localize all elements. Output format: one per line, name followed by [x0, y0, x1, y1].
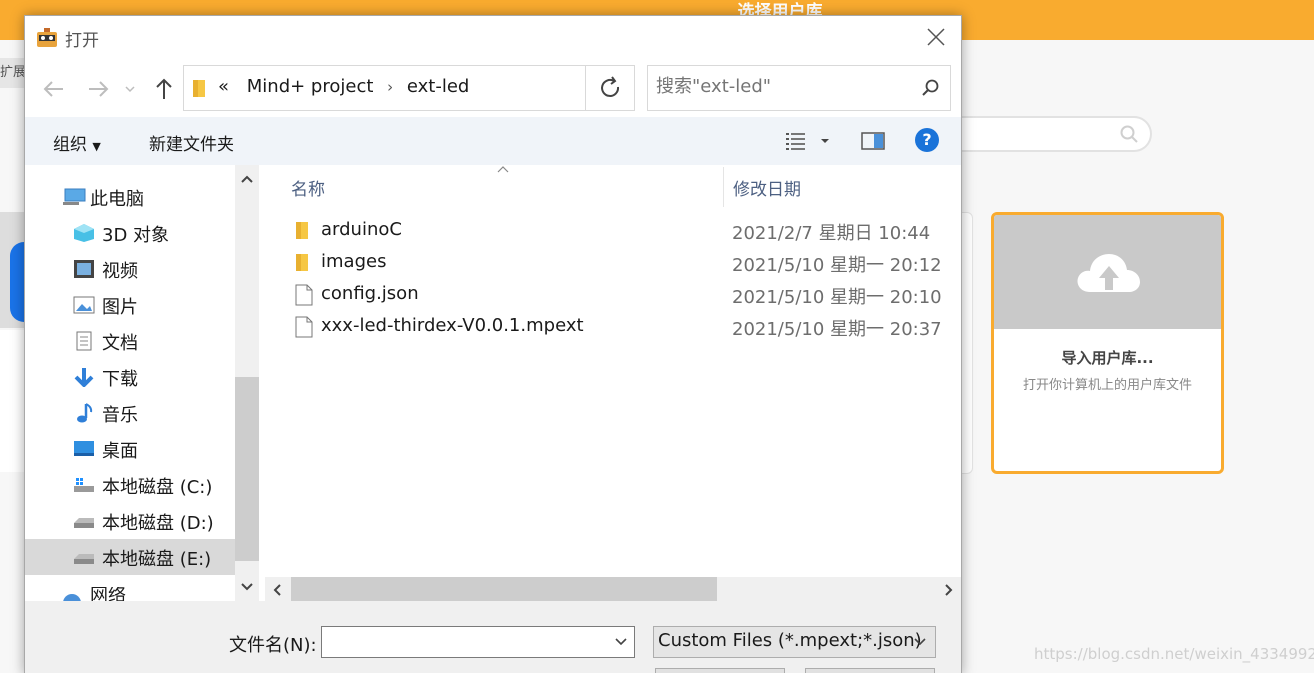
forward-arrow-icon[interactable] — [85, 76, 111, 102]
search-icon — [1120, 125, 1138, 143]
refresh-icon — [601, 76, 620, 97]
file-row[interactable]: xxx-led-thirdex-V0.0.1.mpext 2021/5/10 星… — [265, 311, 961, 343]
import-library-card[interactable]: 导入用户库... 打开你计算机上的用户库文件 — [991, 212, 1224, 474]
file-list: 名称 修改日期 arduinoC 2021/2/7 星期日 10:44 imag… — [265, 165, 961, 577]
file-row[interactable]: arduinoC 2021/2/7 星期日 10:44 — [265, 215, 961, 247]
nav-item-drive-c[interactable]: 本地磁盘 (C:) — [25, 467, 235, 503]
close-icon[interactable] — [925, 26, 947, 48]
column-divider[interactable] — [723, 167, 724, 207]
column-header-modified[interactable]: 修改日期 — [733, 175, 801, 217]
preview-pane-icon — [861, 132, 885, 150]
network-icon — [63, 594, 81, 601]
refresh-button[interactable] — [585, 65, 635, 111]
nav-item-desktop[interactable]: 桌面 — [25, 431, 235, 467]
folder-icon — [296, 222, 308, 239]
scrollbar-thumb[interactable] — [291, 577, 717, 601]
chevron-right-icon[interactable]: › — [387, 78, 393, 96]
dialog-titlebar: 打开 — [25, 16, 961, 60]
nav-item-this-pc[interactable]: 此电脑 — [25, 179, 235, 215]
search-icon[interactable] — [922, 79, 940, 97]
cancel-button[interactable] — [805, 668, 935, 673]
back-arrow-icon[interactable] — [41, 76, 67, 102]
help-icon[interactable]: ? — [915, 128, 939, 152]
scroll-left-icon[interactable] — [271, 583, 283, 597]
filename-input[interactable] — [321, 626, 635, 658]
nav-item-drive-d[interactable]: 本地磁盘 (D:) — [25, 503, 235, 539]
command-bar: 组织 ▼ 新建文件夹 ? — [25, 117, 961, 165]
new-folder-button[interactable]: 新建文件夹 — [149, 130, 234, 155]
desktop-icon — [74, 441, 94, 456]
scroll-up-icon[interactable] — [240, 173, 254, 185]
file-type-value: Custom Files (*.mpext;*.json) — [658, 630, 922, 651]
chevron-down-icon[interactable] — [614, 637, 628, 647]
search-input[interactable] — [656, 76, 906, 97]
folder-icon — [296, 254, 308, 271]
import-card-banner — [994, 215, 1221, 329]
file-row[interactable]: images 2021/5/10 星期一 20:12 — [265, 247, 961, 279]
breadcrumb-item[interactable]: ext-led — [407, 76, 469, 97]
cube-icon — [74, 224, 94, 242]
organize-menu[interactable]: 组织 ▼ — [53, 130, 101, 155]
nav-item-network[interactable]: 网络 — [25, 587, 235, 601]
nav-item-videos[interactable]: 视频 — [25, 251, 235, 287]
breadcrumb-overflow[interactable]: « — [218, 76, 229, 97]
file-icon — [295, 316, 313, 338]
scroll-right-icon[interactable] — [943, 583, 955, 597]
library-card[interactable] — [0, 212, 40, 328]
open-file-dialog: 打开 « Mind+ project › ext-led 组织 ▼ 新建文件夹 — [24, 15, 962, 673]
file-list-scrollbar[interactable] — [265, 577, 961, 601]
address-bar[interactable]: « Mind+ project › ext-led — [183, 65, 634, 111]
column-header-name[interactable]: 名称 — [291, 175, 325, 217]
import-card-subtitle: 打开你计算机上的用户库文件 — [1022, 378, 1192, 393]
nav-item-music[interactable]: 音乐 — [25, 395, 235, 431]
computer-icon — [63, 188, 86, 205]
preview-pane-button[interactable] — [861, 131, 885, 155]
nav-item-pictures[interactable]: 图片 — [25, 287, 235, 323]
watermark: https://blog.csdn.net/weixin_43349929 — [1034, 645, 1314, 663]
file-type-select[interactable]: Custom Files (*.mpext;*.json) — [653, 626, 936, 658]
folder-icon — [193, 80, 205, 97]
drive-icon — [74, 518, 94, 528]
video-icon — [74, 260, 94, 278]
breadcrumb-item[interactable]: Mind+ project — [247, 76, 374, 97]
up-arrow-icon[interactable] — [151, 76, 177, 102]
open-button[interactable] — [655, 668, 785, 673]
view-options-button[interactable] — [785, 131, 835, 155]
dialog-footer: 文件名(N): Custom Files (*.mpext;*.json) — [25, 601, 961, 673]
scrollbar-thumb[interactable] — [235, 377, 259, 561]
nav-item-3d-objects[interactable]: 3D 对象 — [25, 215, 235, 251]
navigation-bar: « Mind+ project › ext-led — [25, 60, 961, 116]
navigation-scrollbar[interactable] — [235, 165, 259, 601]
dialog-title: 打开 — [65, 31, 99, 51]
document-icon — [76, 331, 92, 351]
search-box[interactable] — [647, 65, 951, 111]
picture-icon — [73, 296, 95, 314]
drive-icon — [74, 554, 94, 564]
filename-label: 文件名(N): — [229, 635, 317, 656]
chevron-down-icon — [914, 638, 926, 646]
recent-locations-chevron-icon[interactable] — [123, 76, 137, 102]
cloud-upload-icon — [1077, 254, 1140, 292]
nav-item-documents[interactable]: 文档 — [25, 323, 235, 359]
caret-down-icon: ▼ — [92, 140, 101, 153]
download-icon — [74, 368, 94, 387]
nav-item-drive-e[interactable]: 本地磁盘 (E:) — [25, 539, 235, 575]
file-row[interactable]: config.json 2021/5/10 星期一 20:10 — [265, 279, 961, 311]
app-robot-icon — [37, 28, 57, 47]
app-search-input[interactable] — [930, 116, 1152, 152]
scroll-down-icon[interactable] — [240, 581, 254, 593]
drive-icon — [74, 478, 94, 492]
library-card-body — [0, 330, 26, 472]
file-icon — [295, 284, 313, 306]
music-icon — [77, 403, 93, 423]
navigation-pane: 此电脑 3D 对象 视频 图片 文档 下载 音乐 桌面 本地磁盘 (C:) 本地… — [25, 165, 235, 601]
import-card-title: 导入用户库... — [1061, 349, 1154, 367]
nav-item-downloads[interactable]: 下载 — [25, 359, 235, 395]
list-view-icon — [786, 133, 829, 150]
sort-ascending-icon — [497, 166, 509, 173]
